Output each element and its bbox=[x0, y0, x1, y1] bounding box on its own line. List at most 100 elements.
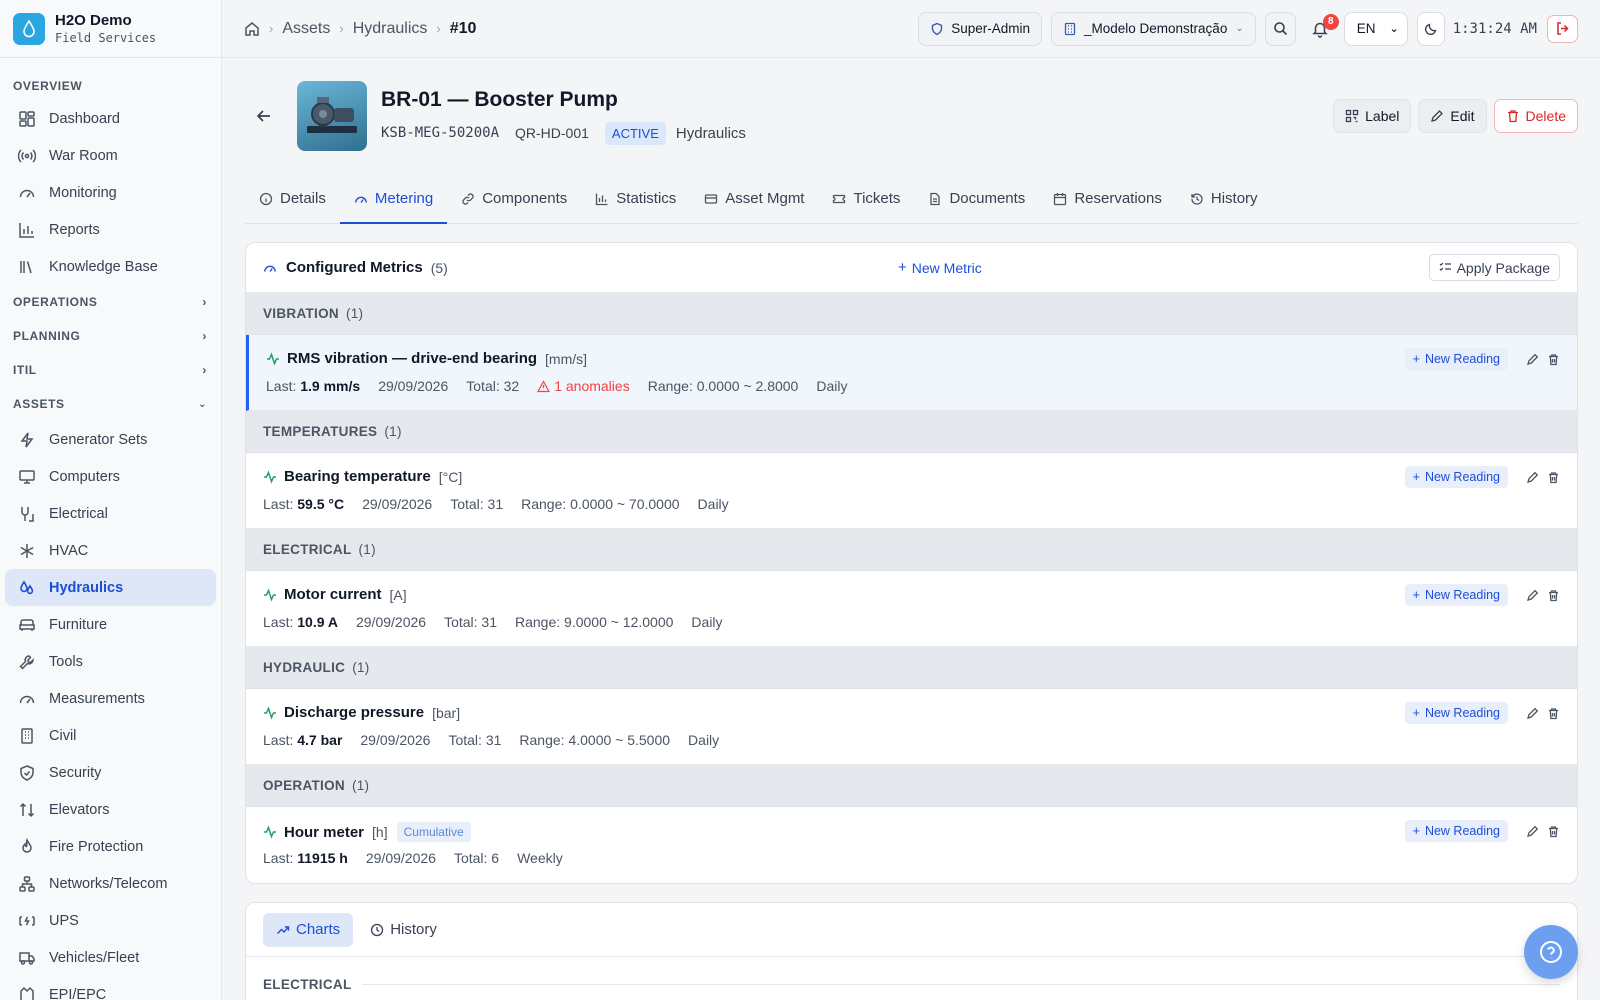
tab-statistics[interactable]: Statistics bbox=[581, 174, 690, 223]
back-arrow-icon[interactable] bbox=[253, 107, 275, 125]
bar-chart-icon bbox=[19, 222, 34, 238]
metric-row[interactable]: RMS vibration — drive-end bearing [mm/s]… bbox=[246, 335, 1577, 411]
trash-icon[interactable] bbox=[1547, 825, 1560, 838]
role-chip[interactable]: Super-Admin bbox=[918, 11, 1042, 46]
subtab-charts[interactable]: Charts bbox=[263, 912, 354, 947]
last-label: Last: bbox=[263, 732, 294, 748]
delete-button-text: Delete bbox=[1525, 108, 1566, 124]
new-reading-button[interactable]: + New Reading bbox=[1404, 820, 1508, 842]
language-select[interactable]: EN ⌄ bbox=[1343, 11, 1408, 46]
sidebar-item-generator-sets[interactable]: Generator Sets bbox=[5, 421, 216, 458]
activity-icon bbox=[264, 587, 276, 602]
trash-icon[interactable] bbox=[1547, 471, 1560, 484]
sidebar-item-epi-epc[interactable]: EPI/EPC bbox=[5, 976, 216, 1000]
edit-button[interactable]: Edit bbox=[1418, 99, 1487, 133]
metric-row[interactable]: Discharge pressure [bar] Last: 4.7 bar 2… bbox=[246, 689, 1577, 765]
asset-photo[interactable] bbox=[297, 81, 367, 151]
pencil-icon[interactable] bbox=[1526, 825, 1539, 838]
sidebar-item-security[interactable]: Security bbox=[5, 754, 216, 791]
label-button[interactable]: Label bbox=[1333, 99, 1412, 133]
new-metric-button[interactable]: + New Metric bbox=[898, 259, 982, 276]
tab-label: History bbox=[1210, 190, 1258, 207]
trash-icon[interactable] bbox=[1547, 707, 1560, 720]
sidebar-item-ups[interactable]: UPS bbox=[5, 902, 216, 939]
subtab-history[interactable]: History bbox=[357, 913, 450, 947]
metric-row[interactable]: Bearing temperature [°C] Last: 59.5 °C 2… bbox=[246, 453, 1577, 529]
group-name: VIBRATION bbox=[263, 306, 339, 321]
metric-frequency: Weekly bbox=[517, 850, 563, 866]
sidebar-item-hydraulics[interactable]: Hydraulics bbox=[5, 569, 216, 606]
tab-details[interactable]: Details bbox=[245, 174, 340, 223]
metric-unit: [mm/s] bbox=[545, 350, 588, 367]
asset-category: Hydraulics bbox=[675, 124, 746, 142]
breadcrumb-hydraulics[interactable]: Hydraulics bbox=[353, 20, 428, 38]
sidebar-item-tools[interactable]: Tools bbox=[5, 643, 216, 680]
moon-icon bbox=[1424, 23, 1437, 35]
pencil-icon[interactable] bbox=[1526, 589, 1539, 602]
trend-icon bbox=[277, 925, 290, 934]
brand[interactable]: H2O Demo Field Services bbox=[0, 0, 221, 58]
search-button[interactable] bbox=[1264, 11, 1296, 46]
metric-name: Hour meter bbox=[284, 823, 365, 841]
pencil-icon[interactable] bbox=[1526, 471, 1539, 484]
pencil-icon[interactable] bbox=[1526, 353, 1539, 366]
breadcrumb-assets[interactable]: Assets bbox=[282, 20, 330, 38]
new-reading-button[interactable]: + New Reading bbox=[1404, 584, 1508, 606]
sidebar-item-civil[interactable]: Civil bbox=[5, 717, 216, 754]
gauge-icon bbox=[19, 695, 35, 703]
tab-documents[interactable]: Documents bbox=[914, 174, 1039, 223]
trash-icon[interactable] bbox=[1547, 589, 1560, 602]
new-reading-button[interactable]: + New Reading bbox=[1404, 348, 1508, 370]
home-icon[interactable] bbox=[244, 21, 260, 37]
sidebar-item-knowledge-base[interactable]: Knowledge Base bbox=[5, 248, 216, 285]
sidebar-item-label: EPI/EPC bbox=[49, 986, 107, 1000]
nav-section-assets[interactable]: ASSETS ⌄ bbox=[0, 387, 221, 421]
qr-code-icon bbox=[1345, 109, 1359, 123]
sidebar-item-networks-telecom[interactable]: Networks/Telecom bbox=[5, 865, 216, 902]
apply-package-button[interactable]: Apply Package bbox=[1428, 254, 1560, 281]
building-icon bbox=[1064, 22, 1076, 35]
sidebar-item-war-room[interactable]: War Room bbox=[5, 137, 216, 174]
metric-group-header: OPERATION (1) bbox=[246, 765, 1577, 807]
new-reading-button[interactable]: + New Reading bbox=[1404, 702, 1508, 724]
sidebar-item-computers[interactable]: Computers bbox=[5, 458, 216, 495]
delete-button[interactable]: Delete bbox=[1493, 99, 1578, 133]
nav-section-operations[interactable]: OPERATIONS › bbox=[0, 285, 221, 319]
sidebar-item-vehicles-fleet[interactable]: Vehicles/Fleet bbox=[5, 939, 216, 976]
activity-icon bbox=[264, 825, 276, 839]
sidebar-item-label: Monitoring bbox=[49, 184, 117, 201]
tenant-selector[interactable]: _Modelo Demonstração ⌄ bbox=[1051, 11, 1256, 46]
metric-row[interactable]: Motor current [A] Last: 10.9 A 29/09/202… bbox=[246, 571, 1577, 647]
metrics-count: (5) bbox=[430, 259, 448, 276]
tab-reservations[interactable]: Reservations bbox=[1039, 174, 1176, 223]
last-label: Last: bbox=[263, 850, 294, 866]
metric-row[interactable]: Hour meter [h] Cumulative Last: 11915 h … bbox=[246, 807, 1577, 883]
trash-icon[interactable] bbox=[1547, 353, 1560, 366]
sidebar-item-fire-protection[interactable]: Fire Protection bbox=[5, 828, 216, 865]
tab-metering[interactable]: Metering bbox=[339, 174, 448, 224]
metric-anomalies[interactable]: 1 anomalies bbox=[537, 378, 630, 394]
new-reading-button[interactable]: + New Reading bbox=[1404, 466, 1508, 488]
tenant-label: _Modelo Demonstração bbox=[1084, 21, 1228, 36]
tab-history[interactable]: History bbox=[1176, 174, 1272, 223]
tab-asset-mgmt[interactable]: Asset Mgmt bbox=[690, 174, 818, 223]
sidebar-item-hvac[interactable]: HVAC bbox=[5, 532, 216, 569]
sidebar-item-monitoring[interactable]: Monitoring bbox=[5, 174, 216, 211]
sidebar-item-elevators[interactable]: Elevators bbox=[5, 791, 216, 828]
sidebar-item-measurements[interactable]: Measurements bbox=[5, 680, 216, 717]
pencil-icon[interactable] bbox=[1526, 707, 1539, 720]
notifications-button[interactable]: 8 bbox=[1305, 12, 1339, 46]
metric-title-line: Motor current [A] bbox=[263, 586, 407, 603]
sidebar-item-dashboard[interactable]: Dashboard bbox=[5, 100, 216, 137]
logout-button[interactable] bbox=[1547, 14, 1578, 43]
sidebar-item-electrical[interactable]: Electrical bbox=[5, 495, 216, 532]
sidebar-item-furniture[interactable]: Furniture bbox=[5, 606, 216, 643]
tab-tickets[interactable]: Tickets bbox=[818, 174, 914, 223]
notification-count-badge: 8 bbox=[1322, 13, 1339, 30]
tab-components[interactable]: Components bbox=[447, 174, 581, 223]
nav-section-planning[interactable]: PLANNING › bbox=[0, 319, 221, 353]
sidebar-item-reports[interactable]: Reports bbox=[5, 211, 216, 248]
theme-toggle[interactable] bbox=[1416, 11, 1445, 46]
help-button[interactable] bbox=[1524, 925, 1578, 979]
nav-section-itil[interactable]: ITIL › bbox=[0, 353, 221, 387]
